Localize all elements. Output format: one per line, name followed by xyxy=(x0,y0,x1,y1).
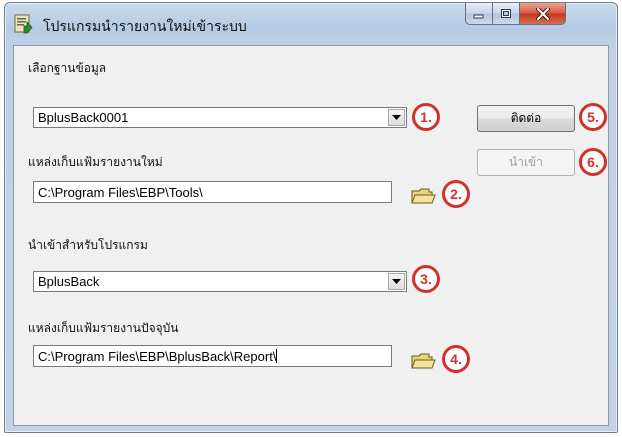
minimize-icon xyxy=(473,14,484,18)
step-badge-6: 6. xyxy=(579,148,607,176)
current-report-path-input[interactable]: C:\Program Files\EBP\BplusBack\Report\ xyxy=(33,345,392,367)
dropdown-arrow-icon[interactable] xyxy=(388,109,405,126)
step-badge-4: 4. xyxy=(442,345,470,373)
step-badge-3: 3. xyxy=(412,265,440,293)
text-caret xyxy=(276,349,278,363)
database-select[interactable]: BplusBack0001 xyxy=(33,107,407,128)
database-label: เลือกฐานข้อมูล xyxy=(28,61,107,75)
maximize-button[interactable] xyxy=(493,3,520,25)
minimize-button[interactable] xyxy=(465,3,493,25)
current-report-location-label: แหล่งเก็บแฟ้มรายงานปัจจุบัน xyxy=(28,321,179,335)
step-badge-1: 1. xyxy=(412,103,440,131)
connect-button[interactable]: ติดต่อ xyxy=(477,105,575,132)
app-icon xyxy=(14,14,33,34)
current-report-path-value: C:\Program Files\EBP\BplusBack\Report\ xyxy=(38,349,278,364)
database-select-value: BplusBack0001 xyxy=(38,110,129,125)
title-bar[interactable]: โปรแกรมนำรายงานใหม่เข้าระบบ xyxy=(5,3,617,45)
app-window: โปรแกรมนำรายงานใหม่เข้าระบบ เลือกฐานข้อม… xyxy=(4,2,618,433)
target-program-value: BplusBack xyxy=(38,274,100,289)
folder-browse-icon[interactable] xyxy=(410,186,436,206)
target-program-label: นำเข้าสำหรับโปรแกรม xyxy=(28,238,148,252)
new-report-path-input[interactable]: C:\Program Files\EBP\Tools\ xyxy=(33,181,392,203)
close-icon xyxy=(535,7,550,20)
window-title: โปรแกรมนำรายงานใหม่เข้าระบบ xyxy=(43,19,247,35)
folder-browse-icon[interactable] xyxy=(410,351,436,371)
dropdown-arrow-icon[interactable] xyxy=(388,273,405,290)
maximize-icon xyxy=(501,9,511,18)
step-badge-2: 2. xyxy=(442,180,470,208)
new-report-path-value: C:\Program Files\EBP\Tools\ xyxy=(38,185,203,200)
form-panel: เลือกฐานข้อมูล BplusBack0001 1. แหล่งเก็… xyxy=(13,45,609,426)
step-badge-5: 5. xyxy=(579,103,607,131)
import-button[interactable]: นำเข้า xyxy=(477,149,575,176)
new-report-location-label: แหล่งเก็บแฟ้มรายงานใหม่ xyxy=(28,155,163,169)
target-program-select[interactable]: BplusBack xyxy=(33,271,407,292)
close-button[interactable] xyxy=(520,3,566,25)
